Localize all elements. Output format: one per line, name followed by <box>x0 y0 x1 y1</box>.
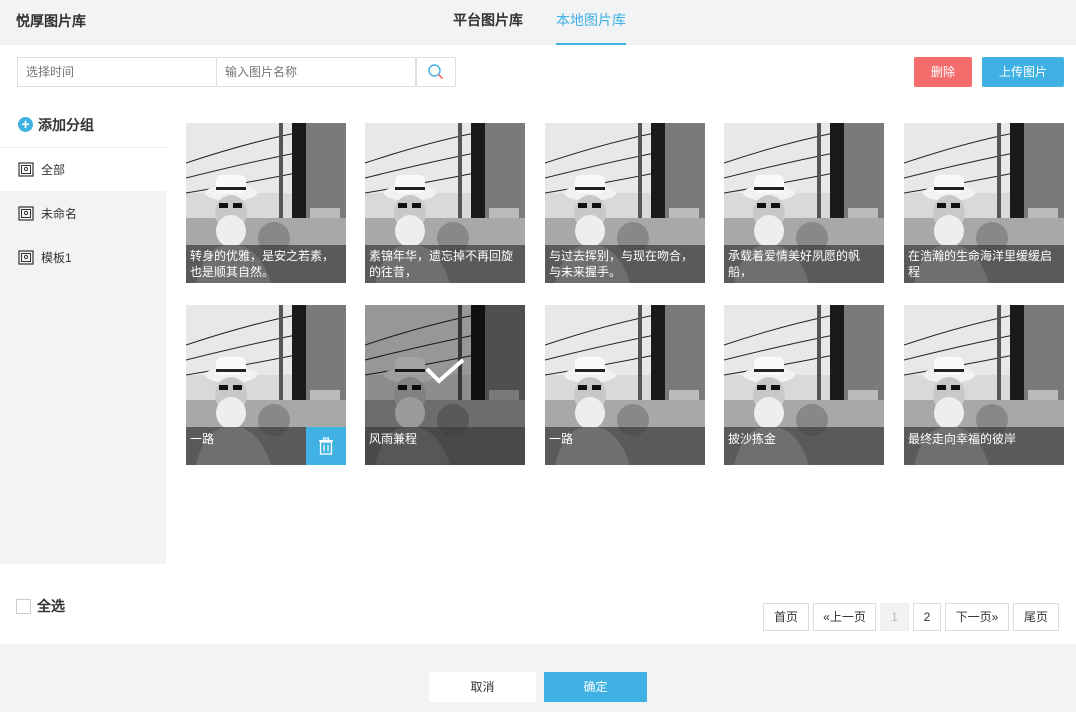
cancel-button[interactable]: 取消 <box>429 672 536 702</box>
image-card[interactable]: 转身的优雅，是安之若素，也是顺其自然。 <box>186 123 346 283</box>
sidebar-item-unnamed[interactable]: 未命名 <box>0 191 166 235</box>
header: 悦厚图片库 平台图片库 本地图片库 <box>0 0 1076 45</box>
image-caption: 最终走向幸福的彼岸 <box>904 427 1064 465</box>
sidebar-item-all[interactable]: 全部 <box>0 147 166 191</box>
select-all-label: 全选 <box>37 598 65 614</box>
image-caption: 转身的优雅，是安之若素，也是顺其自然。 <box>186 245 346 283</box>
image-card[interactable]: 在浩瀚的生命海洋里缓缓启程 <box>904 123 1064 283</box>
image-card[interactable]: 一路 <box>545 305 705 465</box>
pagination-page-2[interactable]: 2 <box>913 603 941 631</box>
image-caption: 风雨兼程 <box>365 427 525 465</box>
image-card[interactable]: 素锦年华，遗忘掉不再回旋的往昔， <box>365 123 525 283</box>
main-panel: 删除 上传图片 + 添加分组 全部 未命名 模板1 转身的优雅，是安之若素，也是… <box>0 45 1076 644</box>
pagination-prev[interactable]: «上一页 <box>813 603 876 631</box>
upload-image-button[interactable]: 上传图片 <box>982 57 1064 87</box>
pagination-last[interactable]: 尾页 <box>1013 603 1059 631</box>
tab-local-library[interactable]: 本地图片库 <box>556 0 626 45</box>
image-caption: 披沙拣金 <box>724 427 884 465</box>
image-card-selected[interactable]: 风雨兼程 <box>365 305 525 465</box>
album-icon <box>18 162 34 177</box>
search-button[interactable] <box>416 57 456 87</box>
image-caption: 一路 <box>545 427 705 465</box>
confirm-button[interactable]: 确定 <box>544 672 647 702</box>
image-name-input[interactable] <box>216 57 416 87</box>
delete-button[interactable]: 删除 <box>914 57 972 87</box>
tab-platform-library[interactable]: 平台图片库 <box>453 0 523 45</box>
add-group-button[interactable]: + 添加分组 <box>0 102 166 147</box>
image-caption: 与过去挥别，与现在吻合，与未来握手。 <box>545 245 705 283</box>
app-title: 悦厚图片库 <box>16 13 86 29</box>
time-filter-input[interactable] <box>17 57 217 87</box>
checkbox-box <box>16 598 31 614</box>
checkmark-icon <box>425 358 465 384</box>
image-card[interactable]: 承载着爱情美好夙愿的帆船， <box>724 123 884 283</box>
trash-icon <box>319 437 333 455</box>
pagination-page-1[interactable]: 1 <box>880 603 909 631</box>
sidebar-item-label: 未命名 <box>41 206 78 221</box>
search-icon <box>428 64 444 80</box>
sidebar-item-template1[interactable]: 模板1 <box>0 235 166 279</box>
pagination-next[interactable]: 下一页» <box>945 603 1009 631</box>
image-card[interactable]: 最终走向幸福的彼岸 <box>904 305 1064 465</box>
album-icon <box>18 205 34 221</box>
group-sidebar: + 添加分组 全部 未命名 模板1 <box>0 102 166 564</box>
image-card[interactable]: 披沙拣金 <box>724 305 884 465</box>
album-icon <box>18 249 34 265</box>
image-card[interactable]: 与过去挥别，与现在吻合，与未来握手。 <box>545 123 705 283</box>
plus-icon: + <box>18 117 33 132</box>
image-caption: 承载着爱情美好夙愿的帆船， <box>724 245 884 283</box>
sidebar-item-label: 全部 <box>41 163 66 177</box>
delete-image-button[interactable] <box>306 427 346 465</box>
sidebar-item-label: 模板1 <box>41 250 72 265</box>
image-caption: 素锦年华，遗忘掉不再回旋的往昔， <box>365 245 525 283</box>
image-caption: 在浩瀚的生命海洋里缓缓启程 <box>904 245 1064 283</box>
select-all-checkbox[interactable]: 全选 <box>16 596 65 616</box>
add-group-label: 添加分组 <box>38 116 94 133</box>
image-card[interactable]: 一路 <box>186 305 346 465</box>
pagination-first[interactable]: 首页 <box>763 603 809 631</box>
